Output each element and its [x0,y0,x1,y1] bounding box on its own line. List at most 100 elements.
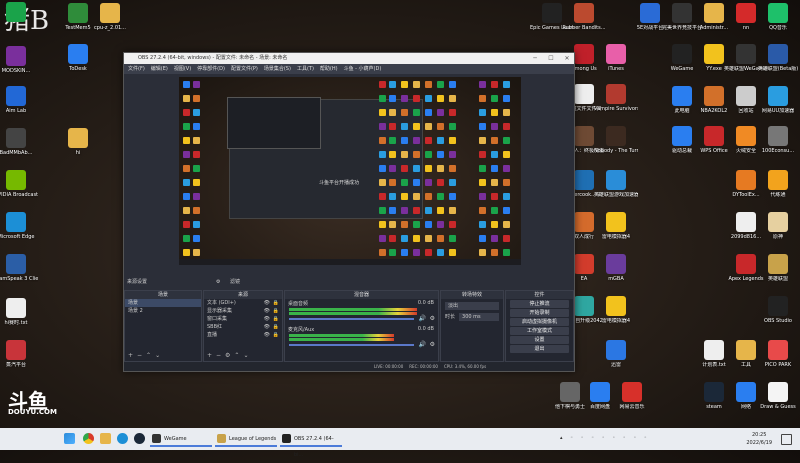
menu-item[interactable]: 编辑(E) [151,64,168,74]
desktop-icon[interactable]: Draw & Guess [756,382,800,410]
menu-item[interactable]: 视图(V) [174,64,191,74]
obs-preview[interactable]: 斗鱼平台开播成功 [179,77,521,265]
source-toolbar[interactable]: +−⚙⌃⌄ [207,352,253,359]
control-button[interactable]: 启动虚拟摄像机 [510,318,569,326]
desktop-icon[interactable]: iTunes [594,44,638,72]
desktop-icon[interactable]: OBS Studio [756,296,800,324]
desktop-icon[interactable]: Microsoft Edge [0,212,38,240]
scene-toolbar[interactable]: +−⌃⌄ [128,352,164,359]
visibility-icon[interactable]: 👁 [264,323,270,331]
menu-item[interactable]: 工具(T) [297,64,314,74]
desktop-icon[interactable]: 雷电模拟器4 [594,212,638,240]
preview-desktop-icon [193,179,200,186]
desktop-icon[interactable]: 100Econsu... [756,126,800,154]
desktop-icon[interactable]: Vampire Survivors [594,84,638,112]
duration-input[interactable]: 300 ms [459,313,499,321]
control-button[interactable]: 设置 [510,336,569,344]
source-item[interactable]: 显示器采集 👁 🔒 [204,307,282,315]
lock-icon[interactable]: 🔒 [273,323,279,331]
menu-item[interactable]: 帮助(H) [320,64,338,74]
volume-slider[interactable] [289,318,414,320]
desktop-icon[interactable]: 代练通 [756,170,800,198]
desktop-icon[interactable]: 迅雷 [594,340,638,368]
desktop-icon[interactable]: Rubber Bandits... [562,3,606,31]
notification-icon[interactable] [781,434,792,445]
clock[interactable]: 20:25 2022/6/19 [746,431,772,447]
lock-icon[interactable]: 🔒 [273,315,279,323]
transition-select[interactable]: 淡出 [445,302,499,310]
preview-desktop-icon [491,109,498,116]
minimize-icon[interactable]: ─ [528,53,542,64]
taskbar-app-button[interactable]: League of Legends [215,431,277,447]
desktop-icon[interactable]: Aim Lab [0,86,38,114]
control-button[interactable]: 退出 [510,345,569,353]
speaker-icon[interactable]: 🔊 [419,315,426,322]
taskbar-app-button[interactable]: OBS 27.2.4 (64-bi... [280,431,342,458]
preview-desktop-icon [401,179,408,186]
desktop-icon[interactable]: 雷电模拟器4 [594,296,638,324]
control-button[interactable]: 开始录制 [510,309,569,317]
desktop-icon[interactable]: TeamSpeak 3 Client [0,254,38,282]
menu-item[interactable]: 文件(F) [128,64,145,74]
visibility-icon[interactable]: 👁 [264,307,270,315]
desktop-icon[interactable]: hi赛时.txt [0,298,38,326]
desktop-icon[interactable]: hi [56,128,100,156]
desktop-icon[interactable]: 蒸汽平台 [0,340,38,368]
filters-tab[interactable]: 滤镜 [230,278,240,287]
visibility-icon[interactable]: 👁 [264,331,270,339]
edge-icon[interactable] [117,433,128,444]
desktop-icon[interactable]: MODSKIN... [0,46,38,74]
desktop-icon[interactable]: NVIDIA Broadcast [0,170,38,198]
desktop-icon[interactable]: 网易云音乐 [610,382,654,410]
source-item[interactable]: 文本 (GDI+) 👁 🔒 [204,299,282,307]
menu-item[interactable]: 场景集合(S) [264,64,291,74]
control-button[interactable]: 工作室模式 [510,327,569,335]
scene-item[interactable]: 场景 [125,299,201,307]
gear-icon[interactable]: ⚙ [216,278,220,287]
desktop-icon[interactable]: QQ音乐 [756,3,800,31]
desktop-icon[interactable]: mGBA [594,254,638,282]
obs-titlebar[interactable]: OBS 27.2.4 (64-bit, windows) - 配置文件: 未命名… [124,53,574,64]
taskbar-app-button[interactable]: WeGame [150,431,212,447]
lock-icon[interactable]: 🔒 [273,299,279,307]
menu-item[interactable]: 配置文件(P) [231,64,258,74]
maximize-icon[interactable]: ☐ [544,53,558,64]
system-tray[interactable]: ▴ ◦ ◦ ◦ ◦ ◦ ◦ ◦ ◦ [560,435,650,441]
windows-start-icon[interactable] [64,433,75,444]
scene-item[interactable]: 场景 2 [125,307,201,315]
source-item[interactable]: SBB红 👁 🔒 [204,323,282,331]
lock-icon[interactable]: 🔒 [273,307,279,315]
close-icon[interactable]: ✕ [560,53,574,64]
desktop-icon[interactable]: 英雄联盟游戏加速器 [594,170,638,198]
desktop-icon[interactable]: cpu-z_2.01... [88,3,132,31]
desktop-icon[interactable]: ToDesk [56,44,100,72]
visibility-icon[interactable]: 👁 [264,299,270,307]
volume-slider[interactable] [289,344,414,346]
menu-item[interactable]: 停靠部件(D) [197,64,225,74]
desktop-icon[interactable]: 网易UU加速器 [756,86,800,114]
desktop-icon[interactable]: PICO PARK [756,340,800,368]
preview-desktop-icon [413,249,420,256]
speaker-icon[interactable]: 🔊 [419,341,426,348]
desktop-icon[interactable]: 英雄联盟 [756,254,800,282]
source-item[interactable]: 直播 👁 🔒 [204,331,282,339]
desktop-icon[interactable] [0,2,38,24]
desktop-icon[interactable]: 原神 [756,212,800,240]
app-icon [704,44,724,64]
desktop-icon[interactable]: 英雄联盟(Beta版) [756,44,800,72]
steam-icon[interactable] [134,433,145,444]
source-settings-tab[interactable]: 来源设置 [127,278,147,287]
preview-desktop-icon [413,165,420,172]
control-button[interactable]: 停止推流 [510,300,569,308]
menu-item[interactable]: 斗鱼 - 小葫芦(D) [344,64,382,74]
lock-icon[interactable]: 🔒 [273,331,279,339]
explorer-icon[interactable] [100,433,111,444]
gear-icon[interactable]: ⚙ [430,341,435,348]
obs-window[interactable]: OBS 27.2.4 (64-bit, windows) - 配置文件: 未命名… [123,52,575,372]
chrome-icon[interactable] [83,433,94,444]
desktop-icon[interactable]: Nobody - The Turna... [594,126,638,154]
visibility-icon[interactable]: 👁 [264,315,270,323]
gear-icon[interactable]: ⚙ [430,315,435,322]
source-item[interactable]: 窗口采集 👁 🔒 [204,315,282,323]
desktop-icon[interactable]: BadMMbAb... [0,128,38,156]
